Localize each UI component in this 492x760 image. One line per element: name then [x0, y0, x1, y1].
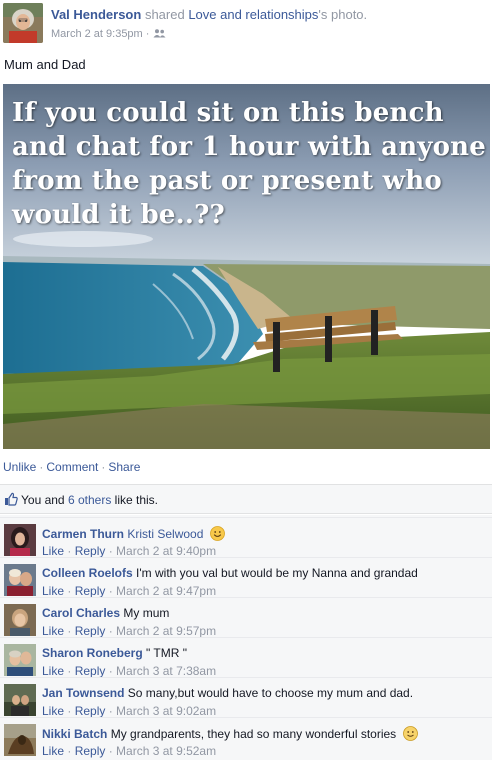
- comment-like-button[interactable]: Like: [42, 704, 64, 718]
- author-avatar[interactable]: [3, 3, 43, 43]
- commenter-avatar[interactable]: [4, 684, 36, 716]
- comment-timestamp[interactable]: March 2 at 9:57pm: [116, 624, 216, 638]
- smile-emoji-icon: [209, 526, 225, 541]
- comment-timestamp[interactable]: March 3 at 9:52am: [116, 744, 216, 758]
- comment-item: Carol Charles My mum Like · Reply · Marc…: [0, 597, 492, 638]
- commenter-name[interactable]: Carmen Thurn: [42, 527, 124, 541]
- post-timestamp[interactable]: March 2 at 9:35pm: [51, 28, 143, 40]
- photo-overlay-text: If you could sit on this bench and chat …: [12, 98, 487, 230]
- comment-reply-button[interactable]: Reply: [75, 544, 106, 558]
- comment-text: My grandparents, they had so many wonder…: [110, 727, 397, 741]
- post-header: Val Henderson shared Love and relationsh…: [3, 3, 489, 45]
- comment-like-button[interactable]: Like: [42, 584, 64, 598]
- comment-reply-button[interactable]: Reply: [75, 624, 106, 638]
- comment-item: Carmen Thurn Kristi Selwood Like · Reply…: [0, 517, 492, 558]
- shared-page-link[interactable]: Love and relationships: [188, 7, 318, 22]
- commenter-avatar[interactable]: [4, 644, 36, 676]
- thumbs-up-icon: [4, 492, 18, 506]
- comment-text: So many,but would have to choose my mum …: [127, 686, 414, 700]
- comment-item: Colleen Roelofs I'm with you val but wou…: [0, 557, 492, 598]
- commenter-avatar[interactable]: [4, 524, 36, 556]
- smile-emoji-icon: [402, 726, 418, 741]
- post-caption: Mum and Dad: [4, 57, 86, 72]
- commenter-avatar[interactable]: [4, 564, 36, 596]
- commenter-name[interactable]: Jan Townsend: [42, 686, 124, 700]
- comment-tag-link[interactable]: Kristi Selwood: [127, 527, 203, 541]
- comment-timestamp[interactable]: March 2 at 9:40pm: [116, 544, 216, 558]
- comment-reply-button[interactable]: Reply: [75, 704, 106, 718]
- comment-button[interactable]: Comment: [46, 460, 98, 474]
- author-line: Val Henderson shared Love and relationsh…: [51, 7, 367, 22]
- comment-timestamp[interactable]: March 3 at 7:38am: [116, 664, 216, 678]
- comment-like-button[interactable]: Like: [42, 744, 64, 758]
- friends-icon[interactable]: [153, 28, 166, 40]
- share-button[interactable]: Share: [108, 460, 140, 474]
- comment-text: " TMR ": [146, 646, 187, 660]
- comment-reply-button[interactable]: Reply: [75, 664, 106, 678]
- likes-suffix: like this.: [114, 493, 159, 507]
- shared-suffix: 's photo.: [318, 7, 368, 22]
- comment-item: Jan Townsend So many,but would have to c…: [0, 677, 492, 718]
- comment-item: Nikki Batch My grandparents, they had so…: [0, 717, 492, 758]
- comment-like-button[interactable]: Like: [42, 624, 64, 638]
- comment-like-button[interactable]: Like: [42, 544, 64, 558]
- comment-reply-button[interactable]: Reply: [75, 744, 106, 758]
- comment-timestamp[interactable]: March 2 at 9:47pm: [116, 584, 216, 598]
- post-photo[interactable]: If you could sit on this bench and chat …: [3, 84, 490, 449]
- likes-summary: You and 6 others like this.: [0, 484, 492, 514]
- commenter-name[interactable]: Colleen Roelofs: [42, 566, 133, 580]
- author-name[interactable]: Val Henderson: [51, 7, 141, 22]
- comment-item: Sharon Roneberg " TMR " Like · Reply · M…: [0, 637, 492, 678]
- comment-reply-button[interactable]: Reply: [75, 584, 106, 598]
- comments-list: Carmen Thurn Kristi Selwood Like · Reply…: [0, 515, 492, 760]
- post-meta: March 2 at 9:35pm ·: [51, 28, 166, 40]
- commenter-avatar[interactable]: [4, 724, 36, 756]
- unlike-button[interactable]: Unlike: [3, 460, 36, 474]
- commenter-avatar[interactable]: [4, 604, 36, 636]
- comment-text: My mum: [123, 606, 170, 620]
- likes-prefix: You and: [21, 493, 65, 507]
- comment-like-button[interactable]: Like: [42, 664, 64, 678]
- commenter-name[interactable]: Sharon Roneberg: [42, 646, 143, 660]
- likes-others-link[interactable]: 6 others: [68, 493, 111, 507]
- commenter-name[interactable]: Nikki Batch: [42, 727, 107, 741]
- comment-timestamp[interactable]: March 3 at 9:02am: [116, 704, 216, 718]
- post-actions: Unlike · Comment · Share: [3, 460, 141, 474]
- shared-label: shared: [144, 7, 185, 22]
- commenter-name[interactable]: Carol Charles: [42, 606, 120, 620]
- comment-text: I'm with you val but would be my Nanna a…: [136, 566, 418, 580]
